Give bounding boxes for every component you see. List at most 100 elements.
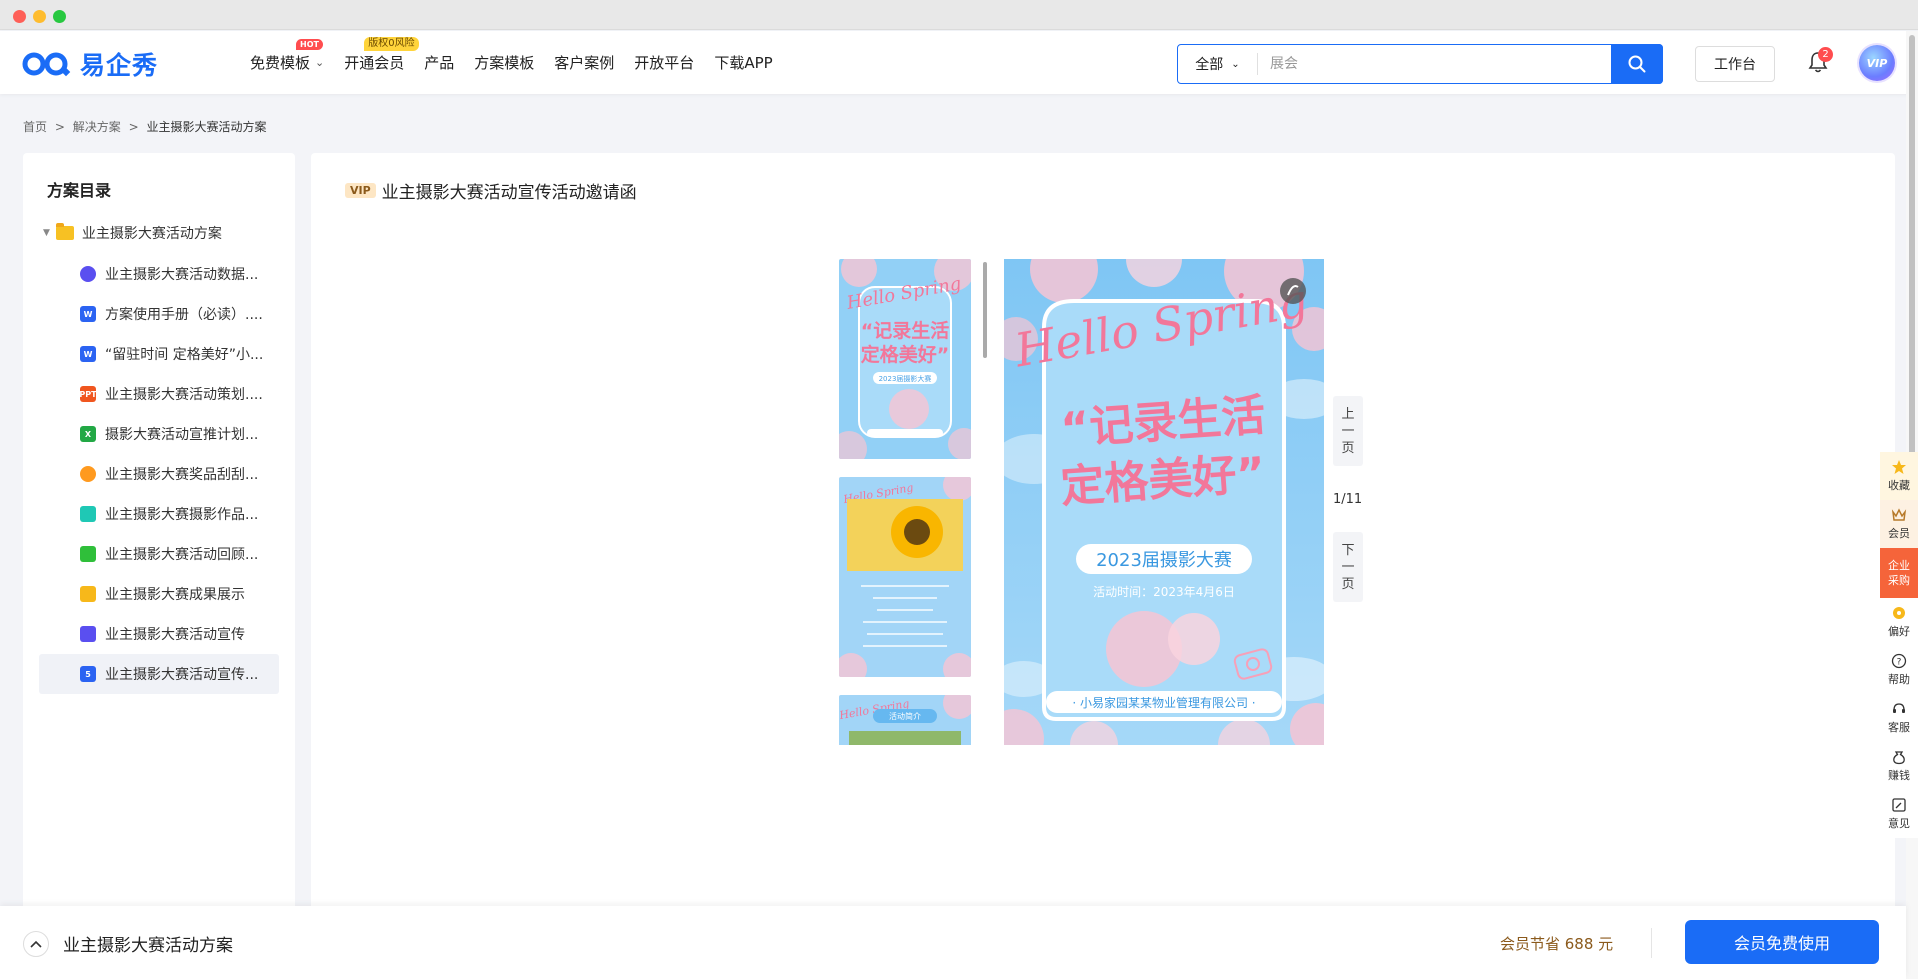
next-label-char: 下 [1341, 542, 1355, 558]
minimize-window-button[interactable] [33, 10, 46, 23]
nav-download-app[interactable]: 下载APP [714, 52, 772, 73]
logo-mark-icon [22, 52, 71, 77]
help-button[interactable]: ? 帮助 [1880, 646, 1918, 694]
enterprise-purchase-button[interactable]: 企业采购 [1880, 548, 1918, 598]
prev-label-char: 一 [1341, 423, 1355, 439]
search-scope-label: 全部 [1195, 57, 1224, 73]
feedback-button[interactable]: 意见 [1880, 790, 1918, 838]
rightbar-label: 偏好 [1888, 625, 1910, 638]
thumb-event-label: 2023届摄影大赛 [879, 374, 932, 383]
document-preview-panel: VIP 业主摄影大赛活动宣传活动邀请函 Hello Spring “记录生活 定… [311, 153, 1895, 913]
breadcrumb-home[interactable]: 首页 [23, 120, 47, 134]
breadcrumb-separator: > [128, 120, 139, 134]
thumbnail-intro-page: Hello Spring 活动简介 [839, 695, 971, 745]
vip-tag: VIP [345, 183, 376, 198]
chevron-up-icon [30, 940, 42, 948]
nav-solution-templates[interactable]: 方案模板 [474, 52, 534, 73]
breadcrumb-solutions[interactable]: 解决方案 [73, 120, 121, 134]
tree-item[interactable]: 5 业主摄影大赛活动宣传... [39, 654, 279, 694]
expand-toggle-button[interactable] [23, 931, 49, 957]
tree-item-label: 业主摄影大赛活动策划.... [105, 387, 263, 403]
brand-logo[interactable]: 易企秀 [22, 49, 158, 80]
close-window-button[interactable] [13, 10, 26, 23]
document-title-text: 业主摄影大赛活动宣传活动邀请函 [381, 183, 637, 203]
nav-free-templates[interactable]: 免费模板 ⌄ HOT [250, 39, 324, 73]
tree-item[interactable]: X 摄影大赛活动宣推计划... [39, 414, 279, 454]
tree-root-folder[interactable]: ▼ 业主摄影大赛活动方案 [43, 223, 222, 243]
earn-money-button[interactable]: 赚钱 [1880, 742, 1918, 790]
page-thumbnail-3[interactable]: Hello Spring 活动简介 [839, 695, 971, 745]
form-icon [80, 506, 96, 522]
nav-label: 方案模板 [474, 54, 535, 72]
nav-membership[interactable]: 开通会员 版权0风险 [344, 37, 419, 73]
tree-item[interactable]: 业主摄影大赛活动回顾... [39, 534, 279, 574]
page-thumbnail-1[interactable]: Hello Spring “记录生活 定格美好” 2023届摄影大赛 [839, 259, 971, 459]
search-scope-select[interactable]: 全部 ⌄ [1178, 53, 1258, 75]
thumbnail-sunflower-page: Hello Spring [839, 477, 971, 677]
preference-button[interactable]: 偏好 [1880, 598, 1918, 646]
workbench-button[interactable]: 工作台 [1695, 46, 1775, 82]
tree-item[interactable]: 业主摄影大赛成果展示 [39, 574, 279, 614]
chevron-down-icon: ⌄ [1231, 58, 1240, 70]
tree-item-label: 业主摄影大赛摄影作品... [105, 507, 259, 523]
svg-text:?: ? [1897, 658, 1902, 668]
thumbnail-scrollbar[interactable] [983, 262, 987, 358]
maximize-window-button[interactable] [53, 10, 66, 23]
user-avatar[interactable]: VIP [1859, 45, 1895, 81]
preference-icon [1893, 607, 1905, 619]
thumb-headline-1: “记录生活 [861, 319, 950, 342]
tree-item-label: “留驻时间 定格美好”小... [105, 347, 264, 363]
search-button[interactable] [1611, 44, 1663, 84]
membership-button[interactable]: 会员 [1880, 500, 1918, 548]
image-icon [80, 626, 96, 642]
page-thumbnail-strip[interactable]: Hello Spring “记录生活 定格美好” 2023届摄影大赛 Hello… [839, 259, 979, 745]
right-floating-toolbar: 收藏 会员 企业采购 偏好 ? 帮助 客服 赚钱 意见 [1880, 452, 1918, 838]
crown-icon [1891, 508, 1907, 521]
nav-customer-cases[interactable]: 客户案例 [554, 52, 614, 73]
prev-page-button[interactable]: 上 一 页 [1333, 396, 1363, 466]
nav-label: 客户案例 [554, 54, 615, 72]
tree-item[interactable]: 业主摄影大赛活动数据... [39, 254, 279, 294]
tree-file-list: 业主摄影大赛活动数据... W 方案使用手册（必读）.... W “留驻时间 定格美好”… [39, 254, 279, 694]
rightbar-label: 赚钱 [1888, 769, 1910, 782]
notification-count-badge: 2 [1818, 47, 1833, 62]
tree-item[interactable]: PPT 业主摄影大赛活动策划.... [39, 374, 279, 414]
nav-label: 开放平台 [634, 54, 695, 72]
divider [1651, 928, 1652, 958]
tree-item-label: 业主摄影大赛活动宣传 [105, 627, 245, 643]
next-page-button[interactable]: 下 一 页 [1333, 532, 1363, 602]
main-nav: 免费模板 ⌄ HOT 开通会员 版权0风险 产品 方案模板 客户案例 开放平台 … [250, 31, 793, 94]
window-titlebar [0, 0, 1918, 30]
tree-item[interactable]: 业主摄影大赛奖品刮刮... [39, 454, 279, 494]
caret-down-icon[interactable]: ▼ [43, 228, 50, 238]
tree-item[interactable]: 业主摄影大赛摄影作品... [39, 494, 279, 534]
tree-item[interactable]: W 方案使用手册（必读）.... [39, 294, 279, 334]
member-free-use-button[interactable]: 会员免费使用 [1685, 920, 1879, 964]
search-input[interactable] [1258, 45, 1611, 83]
tree-item[interactable]: 业主摄影大赛活动宣传 [39, 614, 279, 654]
game-wheel-icon [80, 466, 96, 482]
rightbar-label: 意见 [1888, 817, 1910, 830]
breadcrumb-current: 业主摄影大赛活动方案 [146, 120, 267, 134]
poster-event-time: 活动时间：2023年4月6日 [1093, 585, 1235, 599]
page-thumbnail-2[interactable]: Hello Spring [839, 477, 971, 677]
avatar-vip-label: VIP [1866, 56, 1888, 70]
search-icon [1628, 55, 1646, 73]
search-bar: 全部 ⌄ [1177, 44, 1663, 84]
nav-label: 产品 [424, 54, 455, 72]
bottom-action-bar: 业主摄影大赛活动方案 会员节省 688 元 会员免费使用 [0, 906, 1906, 979]
tree-item[interactable]: W “留驻时间 定格美好”小... [39, 334, 279, 374]
list-doc-icon [80, 586, 96, 602]
favorite-button[interactable]: 收藏 [1880, 452, 1918, 500]
hot-badge: HOT [296, 39, 323, 50]
nav-products[interactable]: 产品 [424, 52, 454, 73]
thumbnail-poster-cover: Hello Spring “记录生活 定格美好” 2023届摄影大赛 [839, 259, 971, 459]
page-indicator: 1/11 [1333, 491, 1363, 507]
tree-item-label: 摄影大赛活动宣推计划... [105, 427, 259, 443]
document-title: VIP 业主摄影大赛活动宣传活动邀请函 [345, 178, 637, 203]
star-icon [1892, 460, 1906, 474]
nav-open-platform[interactable]: 开放平台 [634, 52, 694, 73]
customer-service-button[interactable]: 客服 [1880, 694, 1918, 742]
tree-item-label: 业主摄影大赛活动宣传... [105, 667, 259, 683]
copyright-badge: 版权0风险 [364, 37, 419, 51]
